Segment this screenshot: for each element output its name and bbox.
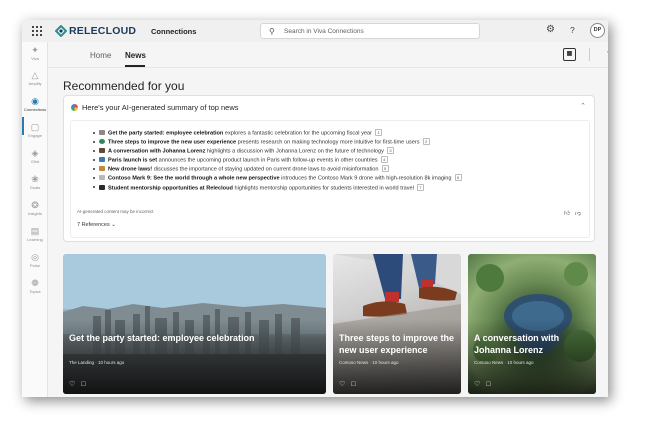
ai-disclaimer: AI-generated content may be incorrect [77,209,154,214]
rail-item-goals[interactable]: ❀ Goals [22,174,48,190]
summary-header[interactable]: Here's your AI-generated summary of top … [71,103,239,112]
relecloud-logo-icon [55,25,67,37]
news-card[interactable]: Three steps to improve the new user expe… [333,254,461,394]
card-overlay [63,319,326,394]
news-thumbnail-icon [99,184,105,190]
rail-item-topics[interactable]: ❁ Topics [22,278,48,294]
news-card[interactable]: Get the party started: employee celebrat… [63,254,326,394]
search-icon: ⚲ [269,27,275,36]
feedback: 👍︎ 👎︎ [559,209,581,217]
collapse-chevron-icon[interactable]: ⌃ [580,102,586,110]
app-name: Connections [151,27,197,36]
card-actions: ♡ □ [474,380,497,388]
tab-news[interactable]: News [125,51,146,60]
card-meta: Contoso News · 10 hours ago [339,360,399,365]
card-title[interactable]: A conversation with Johanna Lorenz [474,332,596,356]
like-icon[interactable]: ♡ [339,381,345,388]
reference-badge[interactable]: 1 [374,129,383,136]
news-thumbnail-icon [99,148,105,154]
reference-badge[interactable]: 7 [416,183,425,191]
viva-icon: ✦ [31,45,39,55]
tab-active-indicator [125,65,145,67]
copilot-icon[interactable]: ▦ [563,48,576,61]
search-placeholder: Search in Viva Connections [284,28,364,35]
news-card[interactable]: A conversation with Johanna Lorenz Conto… [468,254,596,394]
page-nav: Home News ▦ ··· [48,42,608,68]
card-meta: The Landing · 10 hours ago [69,360,125,365]
news-thumbnail-icon [99,157,105,163]
card-actions: ♡ □ [339,380,362,388]
rail-item-learning[interactable]: ▤ Learning [22,226,48,242]
search-input[interactable]: ⚲ Search in Viva Connections [260,23,480,39]
glint-icon: ◈ [31,148,39,158]
thumbs-up-icon[interactable]: 👍︎ [564,211,570,217]
amplify-icon: △ [31,70,39,80]
goals-icon: ❀ [31,174,39,184]
bookmark-icon[interactable]: □ [351,381,355,388]
list-item[interactable]: Paris launch is set announces the upcomi… [93,156,462,165]
ai-summary-card: Here's your AI-generated summary of top … [63,95,595,242]
summary-title: Here's your AI-generated summary of top … [82,103,239,112]
copilot-sparkle-icon [71,104,78,111]
settings-gear-icon[interactable]: ⚙ [546,24,555,35]
app-launcher-icon[interactable] [32,26,42,36]
app-window: RELECLOUD Connections ⚲ Search in Viva C… [22,20,608,397]
reference-badge[interactable]: 2 [422,138,430,146]
rail-item-amplify[interactable]: △ Amplify [22,70,48,86]
reference-badge[interactable]: 3 [386,147,395,155]
summary-body: Get the party started: employee celebrat… [70,120,590,238]
summary-list: Get the party started: employee celebrat… [93,129,462,193]
news-thumbnail-icon [99,166,105,172]
tab-home[interactable]: Home [90,51,111,60]
news-thumbnail-icon [99,175,105,181]
divider [589,48,590,61]
bookmark-icon[interactable]: □ [81,381,85,388]
rail-item-engage[interactable]: ▢ Engage [22,122,48,138]
engage-icon: ▢ [30,122,40,132]
brand-name: RELECLOUD [69,25,137,37]
top-bar: RELECLOUD Connections ⚲ Search in Viva C… [22,20,608,42]
app-rail: ✦ Viva △ Amplify ◉ Connections ▢ Engage … [22,42,48,397]
connections-icon: ◉ [31,96,39,106]
help-icon[interactable]: ? [570,25,575,35]
rail-item-viva[interactable]: ✦ Viva [22,45,48,61]
news-thumbnail-icon [99,139,105,145]
rail-item-insights[interactable]: ❂ Insights [22,200,48,216]
card-title[interactable]: Three steps to improve the new user expe… [339,332,461,356]
more-options-icon[interactable]: ··· [607,47,608,58]
insights-icon: ❂ [31,200,39,210]
list-item[interactable]: Contoso Mark 9: See the world through a … [93,174,462,183]
like-icon[interactable]: ♡ [69,381,75,388]
rail-item-pulse[interactable]: ◎ Pulse [22,252,48,268]
list-item[interactable]: A conversation with Johanna Lorenz highl… [93,147,462,156]
pulse-icon: ◎ [31,252,39,262]
rail-item-connections[interactable]: ◉ Connections [22,96,48,112]
card-meta: Contoso News · 10 hours ago [474,360,534,365]
page-title: Recommended for you [63,79,185,93]
reference-badge[interactable]: 4 [380,156,388,164]
references-toggle[interactable]: 7 References ⌄ [77,222,116,228]
thumbs-down-icon[interactable]: 👎︎ [575,211,581,217]
reference-badge[interactable]: 5 [381,165,389,173]
topics-icon: ❁ [31,278,39,288]
list-item[interactable]: Student mentorship opportunities at Rele… [93,183,462,193]
list-item[interactable]: Three steps to improve the new user expe… [93,138,462,147]
card-title[interactable]: Get the party started: employee celebrat… [69,332,255,344]
news-thumbnail-icon [99,130,105,135]
avatar[interactable]: DP [590,23,605,38]
chevron-down-icon: ⌄ [111,222,116,228]
list-item[interactable]: New drone laws! discusses the importance… [93,165,462,174]
reference-badge[interactable]: 6 [454,174,462,182]
rail-item-glint[interactable]: ◈ Glint [22,148,48,164]
learning-icon: ▤ [30,226,40,236]
list-item[interactable]: Get the party started: employee celebrat… [93,129,462,138]
like-icon[interactable]: ♡ [474,381,480,388]
bookmark-icon[interactable]: □ [486,381,490,388]
card-actions: ♡ □ [69,380,92,388]
